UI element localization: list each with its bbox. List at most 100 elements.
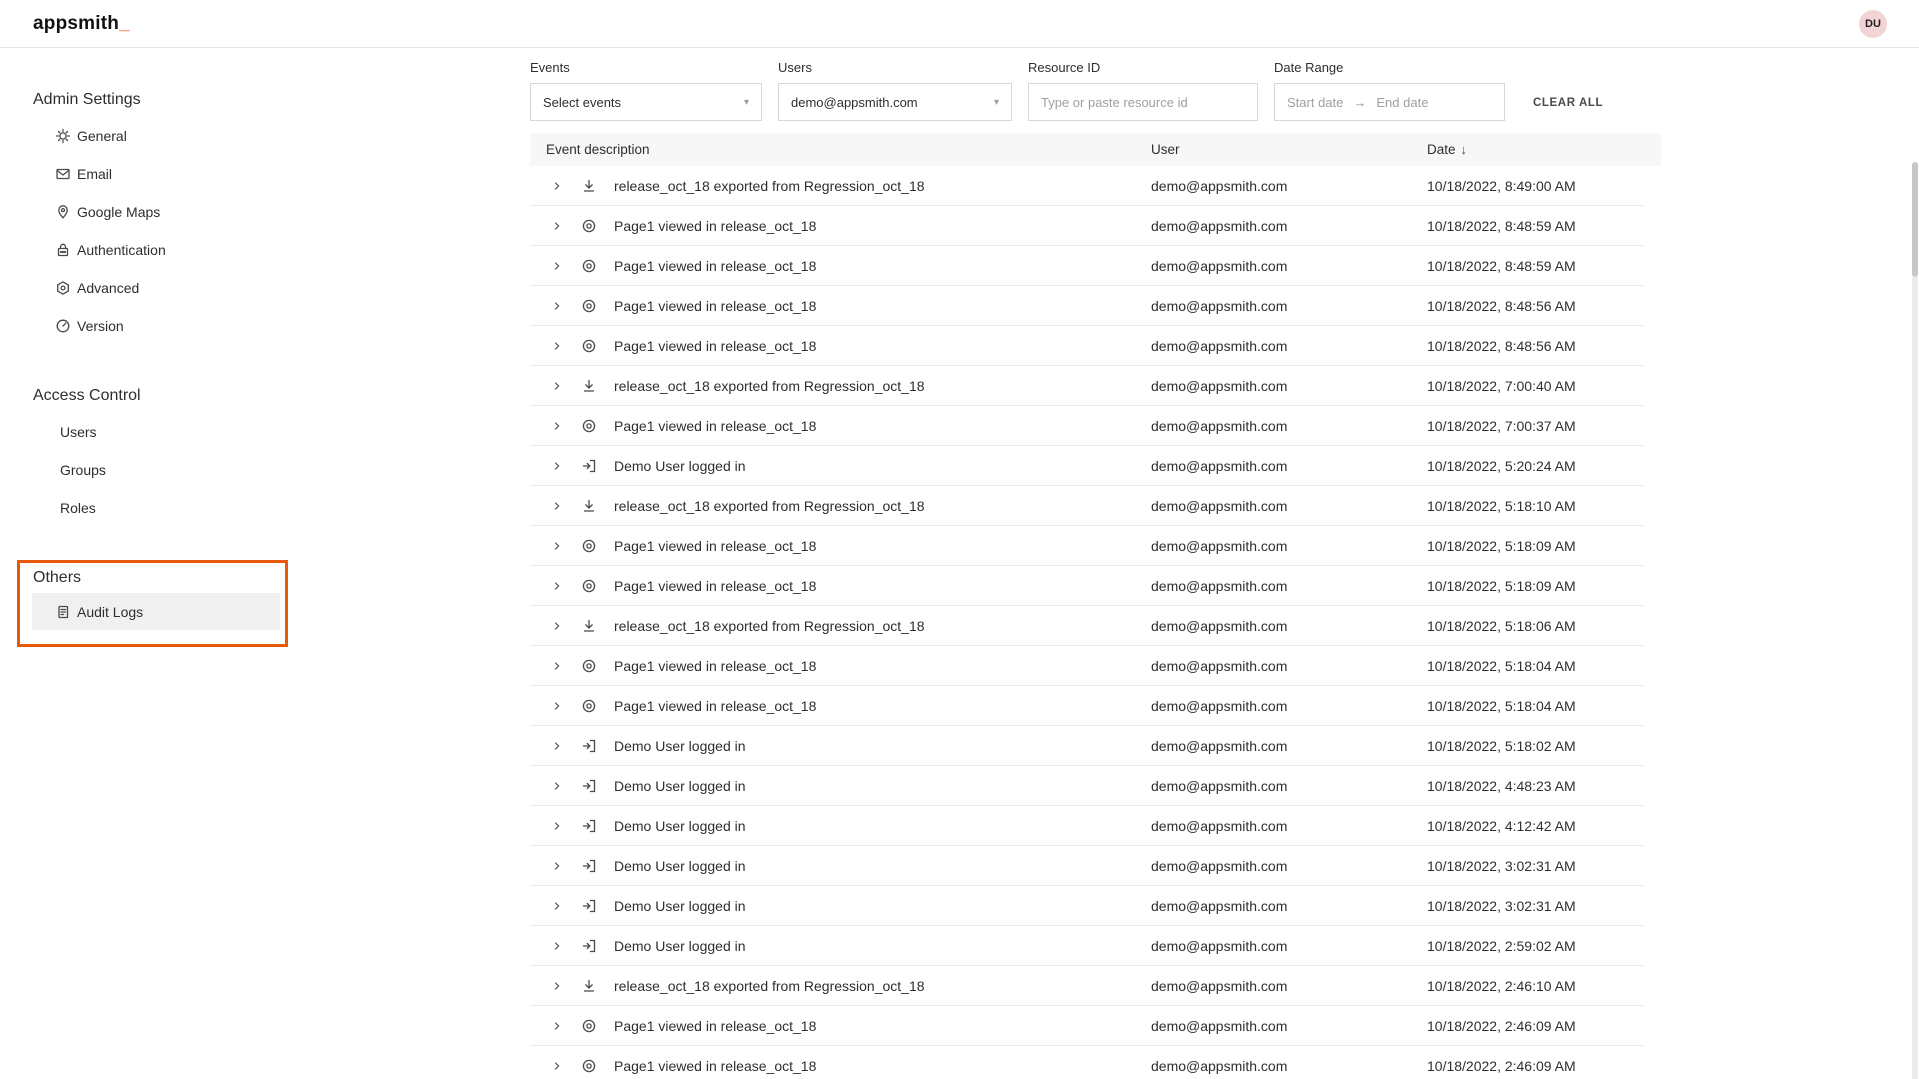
table-row[interactable]: Demo User logged in demo@appsmith.com 10… [530, 806, 1645, 846]
users-select[interactable]: demo@appsmith.com ▾ [778, 83, 1012, 121]
chevron-right-icon[interactable] [551, 1018, 563, 1034]
events-select[interactable]: Select events ▾ [530, 83, 762, 121]
table-row[interactable]: Page1 viewed in release_oct_18 demo@apps… [530, 286, 1645, 326]
chevron-right-icon[interactable] [551, 858, 563, 874]
scrollbar-thumb[interactable] [1912, 162, 1918, 277]
chevron-right-icon[interactable] [551, 938, 563, 954]
table-row[interactable]: Demo User logged in demo@appsmith.com 10… [530, 726, 1645, 766]
table-row[interactable]: Page1 viewed in release_oct_18 demo@apps… [530, 566, 1645, 606]
sidebar-item-audit-logs[interactable]: Audit Logs [32, 593, 280, 630]
event-description: release_oct_18 exported from Regression_… [601, 178, 925, 194]
table-row[interactable]: Demo User logged in demo@appsmith.com 10… [530, 446, 1645, 486]
table-row[interactable]: Page1 viewed in release_oct_18 demo@apps… [530, 686, 1645, 726]
chevron-right-icon[interactable] [551, 1058, 563, 1074]
date-range-field[interactable]: Start date → End date [1274, 83, 1505, 121]
chevron-right-icon[interactable] [551, 258, 563, 274]
chevron-right-icon[interactable] [551, 698, 563, 714]
event-date: 10/18/2022, 5:18:10 AM [1427, 498, 1645, 514]
table-row[interactable]: Demo User logged in demo@appsmith.com 10… [530, 846, 1645, 886]
event-description: Page1 viewed in release_oct_18 [601, 538, 816, 554]
view-icon [581, 298, 597, 314]
table-row[interactable]: release_oct_18 exported from Regression_… [530, 366, 1645, 406]
event-date: 10/18/2022, 2:46:09 AM [1427, 1058, 1645, 1074]
event-description: Demo User logged in [601, 778, 746, 794]
sidebar-item-users[interactable]: Users [32, 413, 280, 451]
filters-bar: Events Select events ▾ Users demo@appsmi… [530, 48, 1661, 121]
table-row[interactable]: release_oct_18 exported from Regression_… [530, 966, 1645, 1006]
event-date: 10/18/2022, 3:02:31 AM [1427, 858, 1645, 874]
resource-id-input[interactable] [1041, 95, 1245, 110]
table-row[interactable]: Demo User logged in demo@appsmith.com 10… [530, 926, 1645, 966]
table-row[interactable]: Page1 viewed in release_oct_18 demo@apps… [530, 526, 1645, 566]
table-row[interactable]: Page1 viewed in release_oct_18 demo@apps… [530, 1006, 1645, 1046]
column-header-date[interactable]: Date ↓ [1427, 142, 1661, 157]
event-date: 10/18/2022, 5:18:02 AM [1427, 738, 1645, 754]
table-row[interactable]: release_oct_18 exported from Regression_… [530, 486, 1645, 526]
sidebar-item-advanced[interactable]: Advanced [32, 269, 280, 307]
chevron-right-icon[interactable] [551, 378, 563, 394]
table-row[interactable]: Demo User logged in demo@appsmith.com 10… [530, 766, 1645, 806]
event-user: demo@appsmith.com [1151, 218, 1427, 234]
chevron-right-icon[interactable] [551, 778, 563, 794]
chevron-right-icon[interactable] [551, 578, 563, 594]
event-date: 10/18/2022, 5:18:09 AM [1427, 578, 1645, 594]
table-row[interactable]: Page1 viewed in release_oct_18 demo@apps… [530, 1046, 1645, 1079]
table-row[interactable]: release_oct_18 exported from Regression_… [530, 606, 1645, 646]
chevron-right-icon[interactable] [551, 298, 563, 314]
chevron-right-icon[interactable] [551, 458, 563, 474]
view-icon [581, 538, 597, 554]
event-user: demo@appsmith.com [1151, 378, 1427, 394]
settings-sidebar: Admin Settings General Email Google Maps… [0, 48, 530, 1079]
sidebar-item-roles[interactable]: Roles [32, 489, 280, 527]
scrollbar-track[interactable] [1912, 277, 1918, 1079]
chevron-right-icon[interactable] [551, 978, 563, 994]
table-row[interactable]: Page1 viewed in release_oct_18 demo@apps… [530, 206, 1645, 246]
chevron-right-icon[interactable] [551, 338, 563, 354]
table-row[interactable]: Page1 viewed in release_oct_18 demo@apps… [530, 326, 1645, 366]
view-icon [581, 578, 597, 594]
chevron-right-icon[interactable] [551, 178, 563, 194]
user-avatar[interactable]: DU [1859, 10, 1887, 38]
chevron-right-icon[interactable] [551, 218, 563, 234]
resource-id-field [1028, 83, 1258, 121]
view-icon [581, 258, 597, 274]
table-row[interactable]: Page1 viewed in release_oct_18 demo@apps… [530, 406, 1645, 446]
resource-id-label: Resource ID [1028, 60, 1258, 76]
audit-logs-main: Events Select events ▾ Users demo@appsmi… [530, 48, 1661, 1079]
chevron-right-icon[interactable] [551, 618, 563, 634]
sidebar-item-label: Roles [60, 500, 96, 516]
chevron-down-icon: ▾ [744, 97, 749, 108]
table-row[interactable]: Page1 viewed in release_oct_18 demo@apps… [530, 646, 1645, 686]
event-description: Page1 viewed in release_oct_18 [601, 418, 816, 434]
chevron-right-icon[interactable] [551, 818, 563, 834]
end-date-placeholder[interactable]: End date [1376, 95, 1428, 110]
event-description: Demo User logged in [601, 738, 746, 754]
event-date: 10/18/2022, 2:46:09 AM [1427, 1018, 1645, 1034]
sidebar-item-label: Advanced [77, 280, 139, 296]
chevron-right-icon[interactable] [551, 498, 563, 514]
chevron-right-icon[interactable] [551, 418, 563, 434]
clear-all-button[interactable]: CLEAR ALL [1533, 97, 1603, 109]
event-description: release_oct_18 exported from Regression_… [601, 978, 925, 994]
table-row[interactable]: release_oct_18 exported from Regression_… [530, 166, 1645, 206]
event-user: demo@appsmith.com [1151, 738, 1427, 754]
chevron-right-icon[interactable] [551, 898, 563, 914]
sidebar-item-general[interactable]: General [32, 117, 280, 155]
event-user: demo@appsmith.com [1151, 898, 1427, 914]
table-row[interactable]: Page1 viewed in release_oct_18 demo@apps… [530, 246, 1645, 286]
chevron-right-icon[interactable] [551, 538, 563, 554]
sidebar-item-google-maps[interactable]: Google Maps [32, 193, 280, 231]
event-description: Page1 viewed in release_oct_18 [601, 298, 816, 314]
sidebar-item-version[interactable]: Version [32, 307, 280, 345]
sidebar-item-authentication[interactable]: Authentication [32, 231, 280, 269]
table-row[interactable]: Demo User logged in demo@appsmith.com 10… [530, 886, 1645, 926]
event-date: 10/18/2022, 7:00:40 AM [1427, 378, 1645, 394]
chevron-right-icon[interactable] [551, 658, 563, 674]
chevron-right-icon[interactable] [551, 738, 563, 754]
sidebar-item-email[interactable]: Email [32, 155, 280, 193]
audit-log-table: Event description User Date ↓ [530, 133, 1661, 1079]
appsmith-logo[interactable]: appsmith_ [33, 13, 130, 35]
view-icon [581, 1018, 597, 1034]
start-date-placeholder[interactable]: Start date [1287, 95, 1343, 110]
sidebar-item-groups[interactable]: Groups [32, 451, 280, 489]
